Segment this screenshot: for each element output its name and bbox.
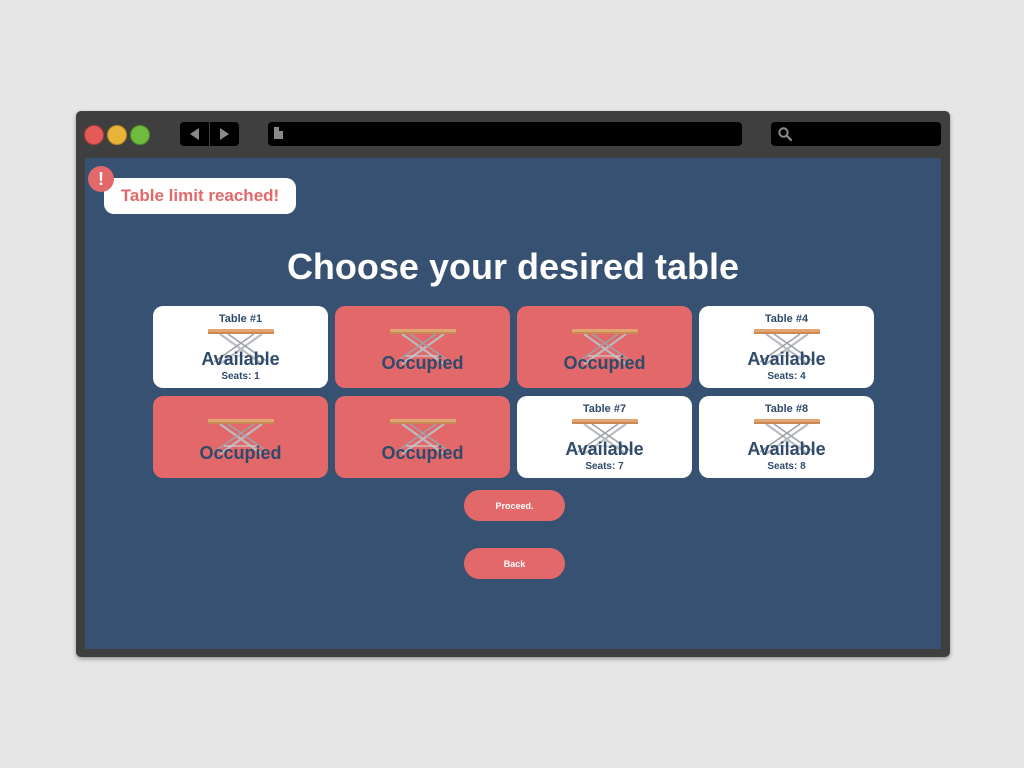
proceed-button[interactable]: Proceed. [464, 490, 565, 521]
table-card[interactable]: Table #4 Available Seats: 4 [699, 306, 874, 388]
table-status: Available [747, 349, 826, 369]
page-viewport: Table limit reached! ! Choose your desir… [85, 158, 941, 649]
back-arrow-icon [190, 128, 199, 140]
maximize-window-button[interactable] [130, 125, 150, 145]
table-card[interactable]: Table #7 Available Seats: 7 [517, 396, 692, 478]
browser-window: Table limit reached! ! Choose your desir… [76, 111, 950, 657]
table-seats: Seats: 4 [767, 371, 806, 382]
table-card[interactable]: Table #1 Available Seats: 1 [153, 306, 328, 388]
table-status: Occupied [381, 443, 464, 463]
file-icon [274, 127, 283, 139]
browser-search-bar[interactable] [771, 122, 941, 146]
table-card[interactable]: Occupied [517, 306, 692, 388]
alert-text: Table limit reached! [120, 186, 280, 205]
table-card[interactable]: Table #8 Available Seats: 8 [699, 396, 874, 478]
table-name: Table #7 [582, 403, 627, 415]
table-status: Occupied [199, 443, 282, 463]
back-button[interactable]: Back [464, 548, 565, 579]
page-title: Choose your desired table [286, 246, 740, 287]
table-seats: Seats: 8 [767, 461, 806, 472]
nav-button-group [180, 122, 239, 146]
search-icon [778, 127, 792, 141]
table-seats: Seats: 1 [221, 371, 260, 382]
back-nav-button[interactable] [180, 122, 209, 146]
table-status: Occupied [563, 353, 646, 373]
table-name: Table #4 [764, 313, 809, 325]
table-status: Available [565, 439, 644, 459]
forward-arrow-icon [220, 128, 229, 140]
table-seats: Seats: 7 [585, 461, 624, 472]
table-grid: Table #1 Available Seats: 1 Occupied Occupie… [153, 306, 874, 478]
table-status: Occupied [381, 353, 464, 373]
exclamation-icon: ! [88, 166, 114, 192]
forward-nav-button[interactable] [209, 122, 239, 146]
table-name: Table #1 [218, 313, 263, 325]
address-bar[interactable] [268, 122, 742, 146]
table-status: Available [201, 349, 280, 369]
minimize-window-button[interactable] [107, 125, 127, 145]
table-limit-alert: Table limit reached! [104, 178, 296, 214]
table-status: Available [747, 439, 826, 459]
table-card[interactable]: Occupied [335, 396, 510, 478]
table-card[interactable]: Occupied [335, 306, 510, 388]
table-card[interactable]: Occupied [153, 396, 328, 478]
close-window-button[interactable] [84, 125, 104, 145]
table-name: Table #8 [764, 403, 809, 415]
